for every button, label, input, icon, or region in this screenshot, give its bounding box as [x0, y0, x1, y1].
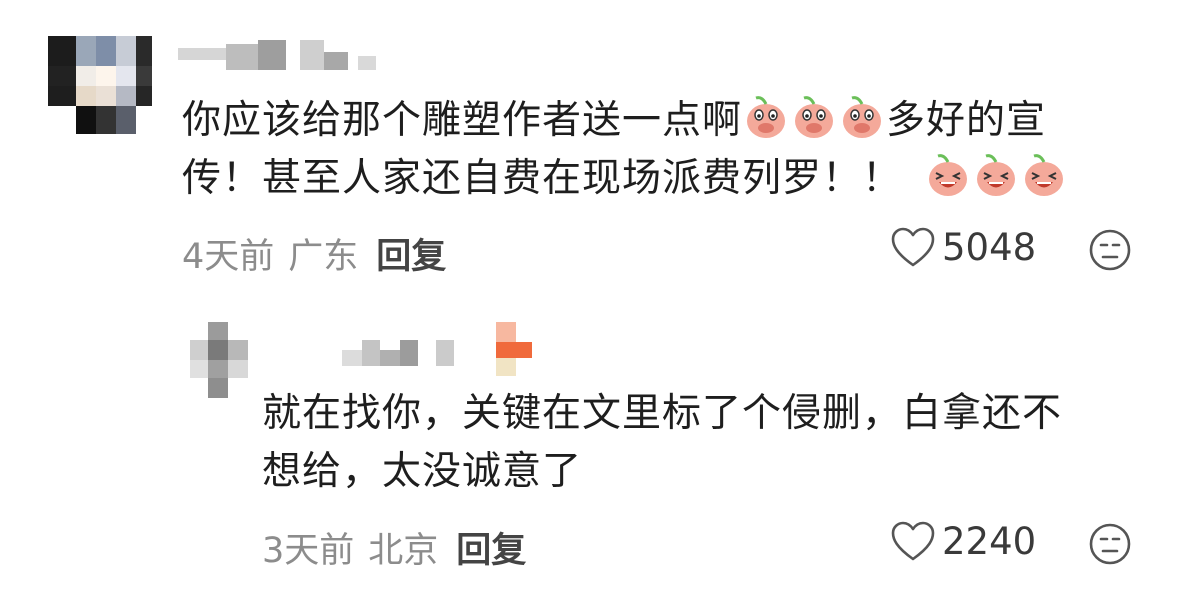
heart-icon — [891, 521, 935, 560]
comment-location: 广东 — [288, 237, 359, 277]
emoji-peach-cover-mouth — [838, 96, 886, 143]
like-button[interactable]: 2240 — [890, 520, 1036, 563]
comment-text: 就在找你，关键在文里标了个侵删，白拿还不 想给，太没诚意了 — [262, 391, 1063, 494]
avatar[interactable] — [48, 36, 152, 134]
comment-time: 4天前 — [182, 237, 275, 277]
comment-meta: 3天前 北京 回复 — [262, 522, 526, 573]
comment-location: 北京 — [368, 531, 439, 571]
dislike-icon[interactable] — [1088, 228, 1132, 276]
emoji-peach-laughing — [924, 154, 972, 201]
avatar[interactable] — [190, 322, 248, 398]
like-button[interactable]: 5048 — [890, 226, 1036, 269]
heart-icon — [891, 227, 935, 266]
reply-button[interactable]: 回复 — [456, 531, 526, 571]
reply-button[interactable]: 回复 — [376, 237, 446, 277]
like-count: 5048 — [942, 226, 1037, 269]
comment-text: 你应该给那个雕塑作者送一点啊 多好的宣 传！甚至人家还自费在现场派费列罗！！ — [182, 92, 1162, 208]
comment-time: 3天前 — [262, 531, 355, 571]
username[interactable] — [342, 322, 542, 380]
emoji-peach-cover-mouth — [790, 96, 838, 143]
emoji-peach-laughing — [1020, 154, 1068, 201]
comment-meta: 4天前 广东 回复 — [182, 228, 446, 279]
emoji-peach-laughing — [972, 154, 1020, 201]
emoji-peach-cover-mouth — [742, 96, 790, 143]
username[interactable] — [178, 40, 408, 74]
dislike-icon[interactable] — [1088, 522, 1132, 570]
like-count: 2240 — [942, 520, 1037, 563]
